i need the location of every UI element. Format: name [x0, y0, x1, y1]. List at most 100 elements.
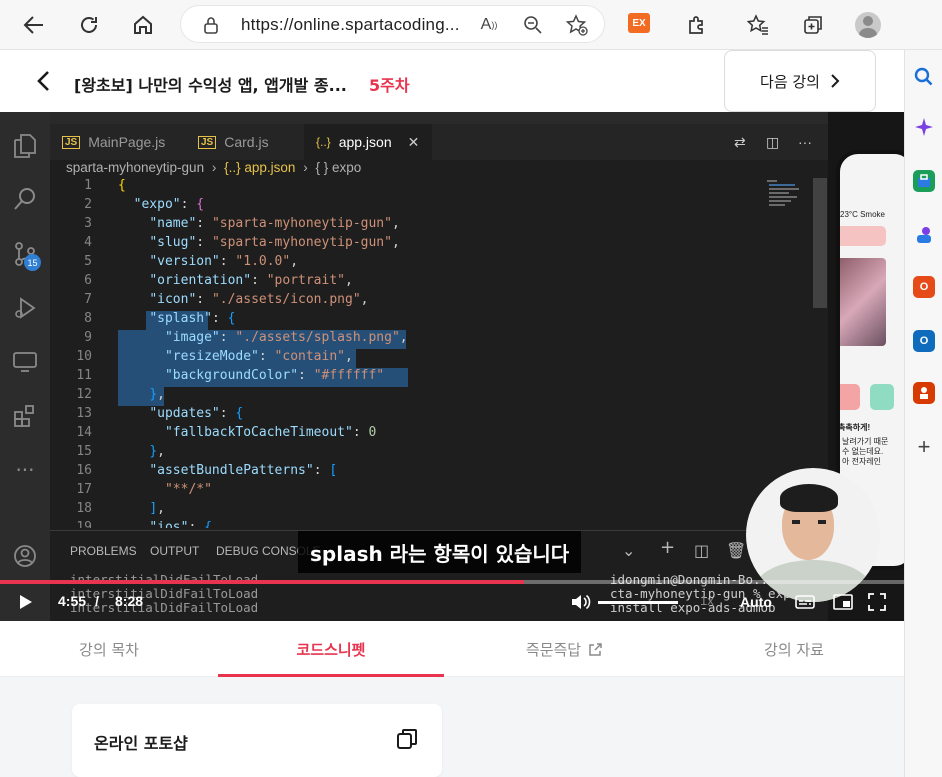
- back-arrow-icon[interactable]: [17, 8, 51, 42]
- code-editor[interactable]: 1{ 2 "expo": { 3 "name": "sparta-myhoney…: [50, 178, 828, 528]
- phone-headline: 촉촉하게!: [838, 423, 871, 432]
- profile-avatar[interactable]: [855, 12, 881, 38]
- line-number: 8: [84, 311, 92, 326]
- outlook-icon[interactable]: O: [913, 330, 935, 352]
- search-icon[interactable]: [913, 66, 935, 88]
- lecture-header: [왕초보] 나만의 수익성 앱, 앱개발 종... 5주차 다음 강의: [0, 50, 904, 112]
- line-number: 10: [76, 349, 92, 364]
- panel-tab-problems[interactable]: PROBLEMS: [70, 544, 137, 558]
- external-link-icon: [589, 642, 602, 656]
- read-aloud-icon[interactable]: A)): [477, 13, 501, 37]
- tab-quick-qa[interactable]: 즉문즉답: [444, 621, 684, 677]
- panel-tab-output[interactable]: OUTPUT: [150, 544, 199, 558]
- split-editor-icon[interactable]: ◫: [754, 124, 784, 160]
- tab-label: 즉문즉답: [525, 640, 582, 659]
- edge-sidebar: O O +: [904, 50, 942, 777]
- address-bar[interactable]: https://online.spartacoding... A)): [180, 5, 605, 43]
- breadcrumb-file[interactable]: {..} app.json: [224, 160, 295, 175]
- next-lecture-button[interactable]: 다음 강의: [724, 50, 876, 112]
- video-player[interactable]: 15 ··· JS MainPage.js JS Card.js {..} app.j…: [0, 112, 904, 621]
- home-icon[interactable]: [126, 8, 160, 42]
- phone-body: 아 전자레인: [842, 457, 882, 466]
- snippet-content: 온라인 포토샵: [0, 677, 904, 777]
- captions-icon[interactable]: [794, 589, 816, 615]
- snippet-card[interactable]: 온라인 포토샵: [72, 704, 442, 777]
- code-line: 5 "version": "1.0.0",: [50, 254, 810, 273]
- url-text[interactable]: https://online.spartacoding...: [241, 15, 460, 35]
- close-tab-icon[interactable]: ✕: [408, 134, 420, 151]
- editor-tabs: JS MainPage.js JS Card.js {..} app.json ✕ ⇄ …: [50, 124, 828, 160]
- video-controls: 4:55 / 8:28 1x Auto: [0, 584, 904, 621]
- shopping-icon[interactable]: [913, 170, 935, 192]
- line-number: 1: [84, 178, 92, 193]
- collections-icon[interactable]: [796, 8, 830, 42]
- open-changes-icon[interactable]: ⇄: [722, 124, 752, 160]
- tab-app-json[interactable]: {..} app.json ✕: [304, 124, 432, 160]
- code-line: 15 },: [50, 444, 810, 463]
- fullscreen-icon[interactable]: [866, 589, 888, 615]
- editor-more-icon[interactable]: ···: [786, 124, 816, 160]
- line-number: 18: [76, 501, 92, 516]
- tab-code-snippets[interactable]: 코드스니펫: [218, 621, 444, 677]
- new-terminal-icon[interactable]: +: [660, 537, 675, 558]
- refresh-icon[interactable]: [72, 8, 106, 42]
- code-line: 14 "fallbackToCacheTimeout": 0: [50, 425, 810, 444]
- minimap-line: [769, 188, 799, 190]
- code-line: 4 "slug": "sparta-myhoneytip-gun",: [50, 235, 810, 254]
- minimap-line: [769, 196, 797, 198]
- extensions-puzzle-icon[interactable]: [680, 8, 714, 42]
- copy-icon[interactable]: [394, 726, 420, 752]
- line-number: 11: [76, 368, 92, 383]
- add-icon[interactable]: +: [913, 434, 935, 459]
- code-line: 17 "**/*": [50, 482, 810, 501]
- code-line: 6 "orientation": "portrait",: [50, 273, 810, 292]
- pip-icon[interactable]: [832, 589, 854, 615]
- lock-icon[interactable]: [199, 13, 223, 37]
- lecture-back-button[interactable]: [28, 66, 58, 96]
- line-number: 4: [84, 235, 92, 250]
- explorer-icon: [11, 132, 39, 160]
- copilot-sparkle-icon[interactable]: [913, 116, 935, 138]
- split-terminal-icon[interactable]: ◫: [694, 541, 709, 560]
- more-dots-icon: ···: [15, 458, 35, 482]
- volume-icon[interactable]: [570, 589, 592, 615]
- office-icon[interactable]: O: [913, 276, 935, 298]
- trash-icon[interactable]: 🗑: [726, 541, 746, 560]
- add-favorite-icon[interactable]: [565, 13, 589, 37]
- tab-table-of-contents[interactable]: 강의 목차: [0, 621, 218, 677]
- line-number: 9: [84, 330, 92, 345]
- favorites-icon[interactable]: [741, 8, 775, 42]
- line-number: 2: [84, 197, 92, 212]
- tools-icon[interactable]: [913, 382, 935, 404]
- phone-button: [840, 226, 886, 246]
- code-line: 16 "assetBundlePatterns": [: [50, 463, 810, 482]
- extension-ex-icon[interactable]: EX: [628, 13, 650, 33]
- editor-title-strip: [0, 112, 904, 124]
- json-file-icon: {..}: [316, 135, 331, 149]
- quality-setting[interactable]: Auto: [740, 594, 772, 610]
- lecture-title: [왕초보] 나만의 수익성 앱, 앱개발 종...: [74, 76, 347, 95]
- editor-scrollbar[interactable]: [813, 178, 827, 308]
- editor-breadcrumb: sparta-myhoneytip-gun › {..} app.json › …: [66, 160, 362, 175]
- code-line: 13 "updates": {: [50, 406, 810, 425]
- games-icon[interactable]: [913, 224, 935, 246]
- zoom-out-icon[interactable]: [521, 13, 545, 37]
- breadcrumb-symbol[interactable]: { } expo: [315, 160, 361, 175]
- phone-image: [840, 258, 886, 346]
- instructor-hair: [780, 484, 838, 512]
- tab-card[interactable]: JS Card.js: [186, 124, 304, 160]
- terminal-dropdown-icon[interactable]: ⌄: [622, 541, 635, 560]
- tab-course-materials[interactable]: 강의 자료: [684, 621, 904, 677]
- volume-slider[interactable]: [598, 601, 678, 604]
- breadcrumb-folder[interactable]: sparta-myhoneytip-gun: [66, 160, 204, 175]
- phone-button: [870, 384, 894, 410]
- line-number: 19: [76, 520, 92, 528]
- editor-minimap[interactable]: [765, 180, 813, 280]
- code-line: 18 ],: [50, 501, 810, 520]
- playback-speed[interactable]: 1x: [700, 593, 714, 608]
- tab-mainpage[interactable]: JS MainPage.js: [50, 124, 186, 160]
- page-root: https://online.spartacoding... A)) EX O …: [0, 0, 942, 777]
- play-icon[interactable]: [14, 589, 38, 615]
- time-separator: /: [95, 593, 99, 609]
- js-file-icon: JS: [62, 135, 81, 149]
